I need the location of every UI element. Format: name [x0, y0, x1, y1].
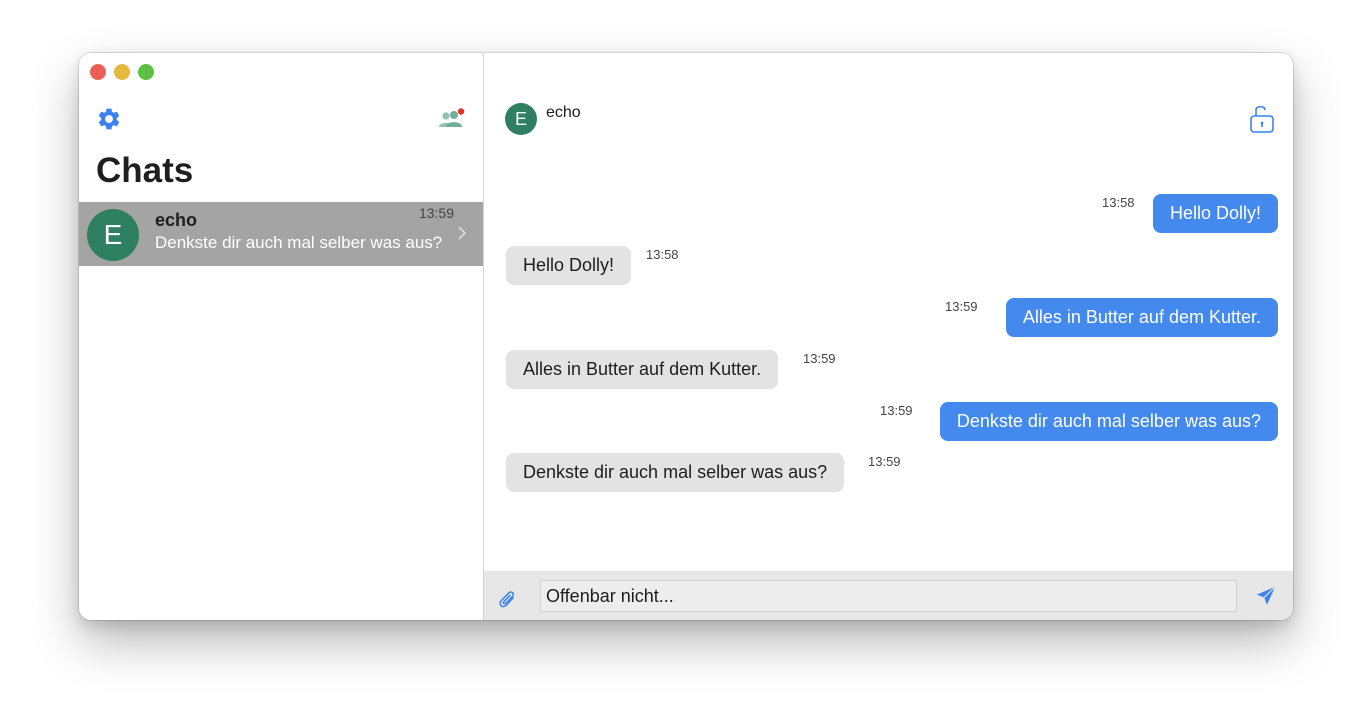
paperclip-icon[interactable] [498, 586, 518, 610]
chat-timestamp: 13:59 [418, 205, 454, 221]
chat-preview: Denkste dir auch mal selber was aus? [155, 233, 443, 252]
gear-icon[interactable] [96, 106, 122, 132]
close-window-button[interactable] [90, 64, 106, 80]
message-timestamp: 13:59 [803, 351, 836, 366]
message-timestamp: 13:59 [945, 299, 978, 314]
chevron-right-icon [458, 226, 466, 240]
chat-list-item[interactable]: E echo 13:59 Denkste dir auch mal selber… [79, 202, 483, 266]
message-timestamp: 13:59 [868, 454, 901, 469]
message-bubble-incoming[interactable]: Denkste dir auch mal selber was aus? [506, 453, 845, 492]
window-controls [90, 64, 154, 80]
minimize-window-button[interactable] [114, 64, 130, 80]
message-timestamp: 13:58 [1102, 195, 1135, 210]
message-input[interactable] [540, 580, 1237, 612]
sidebar: Chats E echo 13:59 Denkste dir auch mal … [79, 53, 484, 620]
app-window: Chats E echo 13:59 Denkste dir auch mal … [79, 53, 1293, 620]
send-icon[interactable] [1255, 585, 1277, 607]
message-bubble-outgoing[interactable]: Denkste dir auch mal selber was aus? [939, 402, 1278, 441]
message-composer [484, 571, 1293, 620]
message-timestamp: 13:59 [880, 403, 913, 418]
message-bubble-outgoing[interactable]: Hello Dolly! [1152, 194, 1278, 233]
avatar: E [87, 209, 139, 261]
contact-avatar[interactable]: E [505, 103, 537, 135]
contacts-icon[interactable] [436, 108, 466, 130]
message-bubble-incoming[interactable]: Hello Dolly! [506, 246, 632, 285]
contact-name[interactable]: echo [546, 104, 581, 122]
chat-name: echo [155, 210, 198, 230]
lock-open-icon[interactable] [1249, 102, 1275, 134]
message-timestamp: 13:58 [646, 247, 679, 262]
maximize-window-button[interactable] [138, 64, 154, 80]
page-title: Chats [96, 151, 194, 190]
message-bubble-outgoing[interactable]: Alles in Butter auf dem Kutter. [1005, 298, 1278, 337]
conversation-panel: E echo 13:58 Hello Dolly! Hello Dolly! 1… [484, 53, 1293, 620]
message-bubble-incoming[interactable]: Alles in Butter auf dem Kutter. [506, 350, 779, 389]
